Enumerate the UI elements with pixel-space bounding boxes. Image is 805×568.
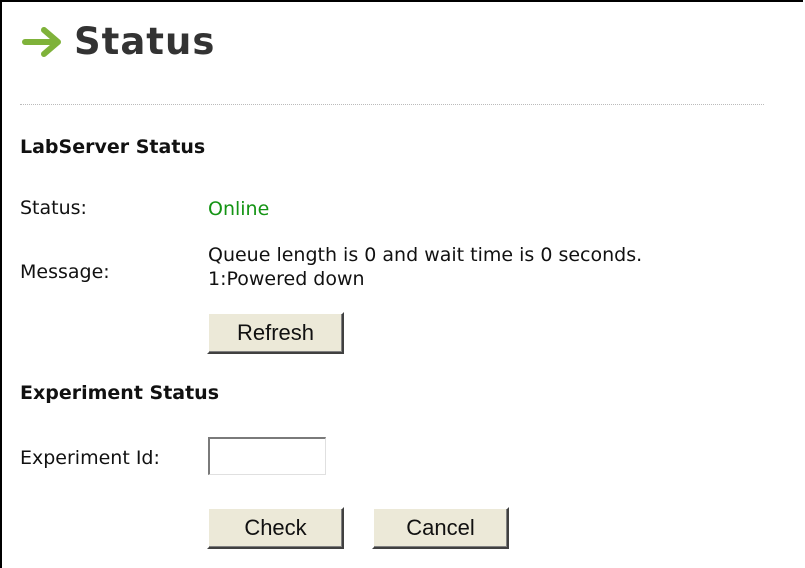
- status-value: Online: [208, 198, 270, 220]
- experiment-id-label: Experiment Id:: [20, 447, 160, 469]
- message-label: Message:: [20, 261, 110, 283]
- experiment-status-heading: Experiment Status: [20, 382, 220, 404]
- right-arrow-icon: [22, 26, 61, 57]
- experiment-id-input[interactable]: [208, 437, 326, 475]
- refresh-button[interactable]: Refresh: [207, 312, 344, 354]
- message-line-2: 1:Powered down: [208, 268, 365, 290]
- message-value: Queue length is 0 and wait time is 0 sec…: [208, 243, 642, 291]
- labserver-status-heading: LabServer Status: [20, 136, 206, 158]
- divider: [20, 104, 764, 105]
- check-button[interactable]: Check: [207, 507, 344, 549]
- message-line-1: Queue length is 0 and wait time is 0 sec…: [208, 244, 643, 266]
- cancel-button[interactable]: Cancel: [372, 507, 509, 549]
- page-header: Status: [22, 20, 215, 63]
- status-label: Status:: [20, 197, 87, 219]
- page-title: Status: [74, 20, 216, 63]
